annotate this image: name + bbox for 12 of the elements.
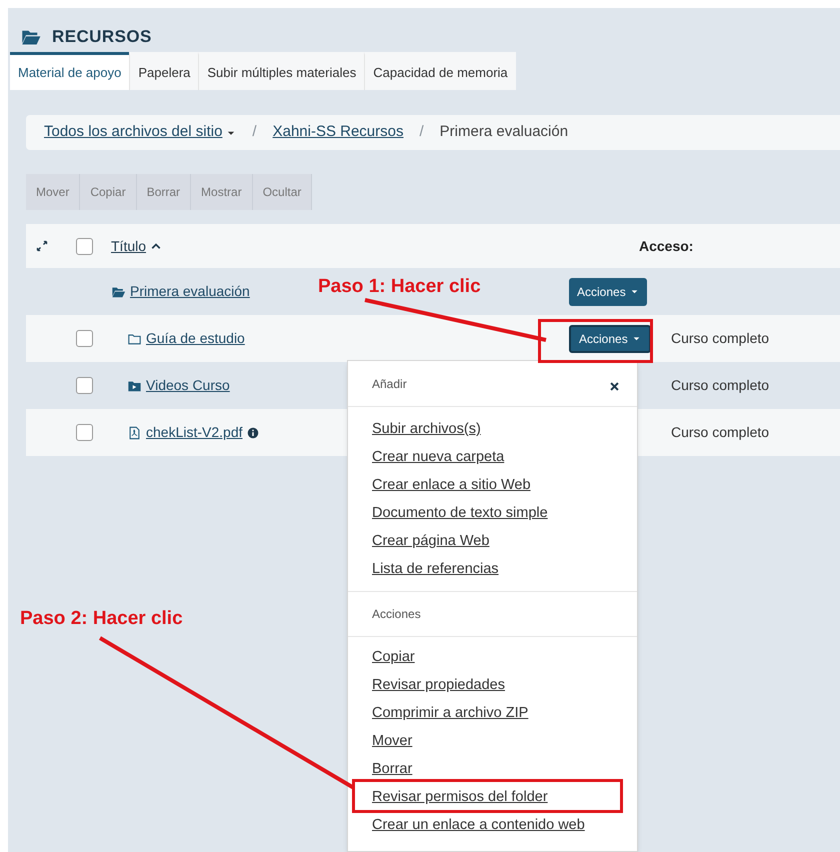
table-cell-text: Curso completo [671, 376, 770, 395]
breadcrumb-separator: / [418, 122, 425, 142]
table-cell-text: Curso completo [671, 423, 770, 442]
breadcrumb-current: Primera evaluación [440, 122, 568, 142]
column-header: Acceso: [639, 236, 694, 256]
annotation-text: Paso 1: Hacer clic [318, 275, 481, 299]
table-cell-text: Curso completo [671, 329, 770, 348]
page-title: RECURSOS [52, 26, 152, 48]
menu-heading: Acciones [372, 606, 421, 623]
menu-heading: Añadir [372, 376, 407, 392]
annotation-text: Paso 2: Hacer clic [20, 607, 183, 631]
breadcrumb-separator: / [251, 122, 258, 142]
